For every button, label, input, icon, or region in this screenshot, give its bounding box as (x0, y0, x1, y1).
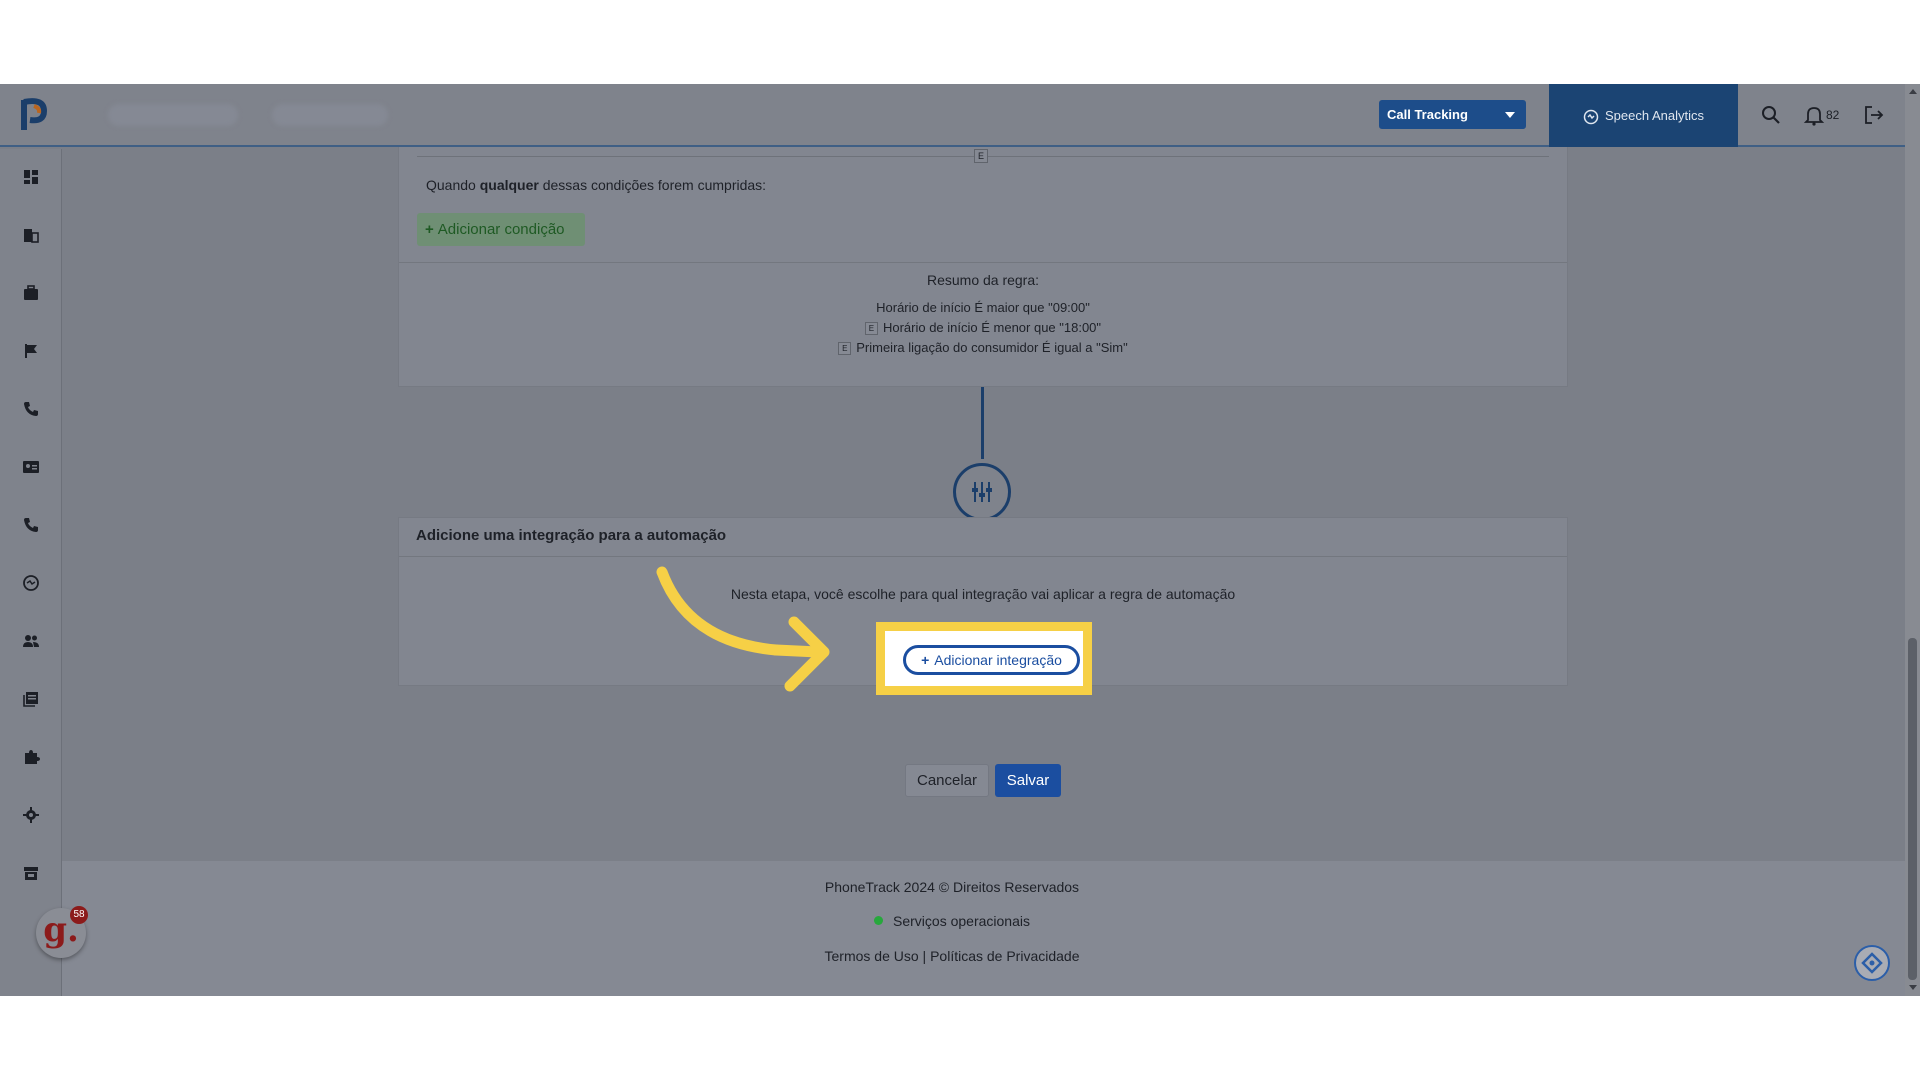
add-condition-button[interactable]: + Adicionar condição (417, 213, 585, 246)
integration-description: Nesta etapa, você escolhe para qual inte… (730, 586, 1236, 602)
library-icon[interactable] (22, 690, 40, 708)
and-tag: E (864, 322, 878, 335)
building-icon[interactable] (22, 226, 40, 244)
summary-line: E Primeira ligação do consumidor É igual … (399, 340, 1567, 355)
link-separator: | (918, 948, 931, 964)
top-bar: Call Tracking Speech Analytics 82 (0, 84, 1905, 147)
users-icon[interactable] (22, 632, 40, 650)
service-status[interactable]: Serviços operacionais (62, 913, 1842, 929)
when-emphasis: qualquer (479, 177, 539, 193)
call-tracking-label: Call Tracking (1387, 107, 1468, 122)
flow-node (953, 463, 1011, 521)
summary-line-text: Horário de início É maior que "09:00" (876, 300, 1090, 315)
and-tag: E (838, 342, 852, 355)
chevron-down-icon (1505, 112, 1515, 118)
contact-card-icon[interactable] (22, 458, 40, 476)
briefcase-icon[interactable] (22, 284, 40, 302)
plus-icon: + (425, 221, 434, 238)
notification-badge: 58 (70, 906, 88, 924)
privacy-link[interactable]: Políticas de Privacidade (930, 948, 1079, 964)
dashboard-icon[interactable] (22, 168, 40, 186)
scroll-down-icon[interactable] (1909, 985, 1917, 990)
speech-analytics-label: Speech Analytics (1604, 108, 1704, 123)
summary-line: Horário de início É maior que "09:00" (399, 300, 1567, 315)
speech-analytics-icon[interactable] (22, 574, 40, 592)
terms-link[interactable]: Termos de Uso (825, 948, 919, 964)
search-icon[interactable] (1760, 104, 1782, 126)
phonetrack-logo[interactable] (20, 96, 52, 134)
save-button[interactable]: Salvar (995, 764, 1061, 797)
footer: PhoneTrack 2024 © Direitos Reservados Se… (62, 861, 1905, 996)
store-icon[interactable] (22, 864, 40, 882)
cancel-button[interactable]: Cancelar (905, 764, 989, 797)
call-tracking-select[interactable]: Call Tracking (1379, 100, 1526, 129)
add-condition-label: Adicionar condição (437, 221, 565, 238)
blurred-menu-item[interactable] (272, 104, 388, 126)
scrollbar-thumb[interactable] (1908, 638, 1917, 980)
summary-line: E Horário de início É menor que "18:00" (399, 320, 1567, 335)
vertical-scrollbar[interactable] (1905, 84, 1920, 996)
diamond-icon (1861, 952, 1883, 974)
and-tag: E (974, 149, 988, 163)
notification-count: 82 (1826, 108, 1840, 122)
logout-icon[interactable] (1863, 104, 1885, 126)
sidebar (0, 149, 62, 996)
copyright-text: PhoneTrack 2024 © Direitos Reservados (824, 879, 1080, 895)
divider (399, 262, 1567, 263)
puzzle-icon[interactable] (22, 748, 40, 766)
plus-icon: + (921, 652, 930, 668)
footer-links: Termos de Uso | Políticas de Privacidade (62, 948, 1842, 964)
phone-icon[interactable] (22, 516, 40, 534)
bell-icon[interactable] (1803, 104, 1825, 126)
sliders-icon (972, 482, 992, 502)
status-dot-icon (874, 916, 884, 925)
integration-card-title: Adicione uma integração para a automação (399, 518, 1567, 557)
when-prefix: Quando (426, 177, 480, 193)
curved-arrow-icon (656, 566, 830, 692)
gear-icon[interactable] (22, 806, 40, 824)
rule-conditions-card: E Quando qualquer dessas condições forem… (398, 147, 1568, 387)
flag-icon[interactable] (22, 342, 40, 360)
speech-analytics-icon (1583, 109, 1599, 124)
scroll-up-icon[interactable] (1909, 89, 1917, 94)
blurred-menu-item[interactable] (108, 104, 238, 126)
phone-icon[interactable] (22, 400, 40, 418)
add-integration-label: Adicionar integração (934, 652, 1062, 668)
summary-line-text: Horário de início É menor que "18:00" (882, 320, 1102, 335)
flow-connector (981, 387, 984, 459)
conditions-instruction: Quando qualquer dessas condições forem c… (426, 177, 766, 193)
summary-line-text: Primeira ligação do consumidor É igual a… (856, 340, 1128, 355)
service-status-label: Serviços operacionais (893, 913, 1030, 929)
add-integration-button[interactable]: + Adicionar integração (903, 645, 1080, 675)
when-suffix: dessas condições forem cumpridas: (538, 177, 767, 193)
speech-analytics-button[interactable]: Speech Analytics (1549, 84, 1738, 147)
support-chat-button[interactable] (1854, 945, 1890, 981)
app-window: Call Tracking Speech Analytics 82 E Quan… (0, 84, 1920, 996)
highlight-box: + Adicionar integração (876, 622, 1092, 695)
summary-title: Resumo da regra: (926, 272, 1040, 288)
